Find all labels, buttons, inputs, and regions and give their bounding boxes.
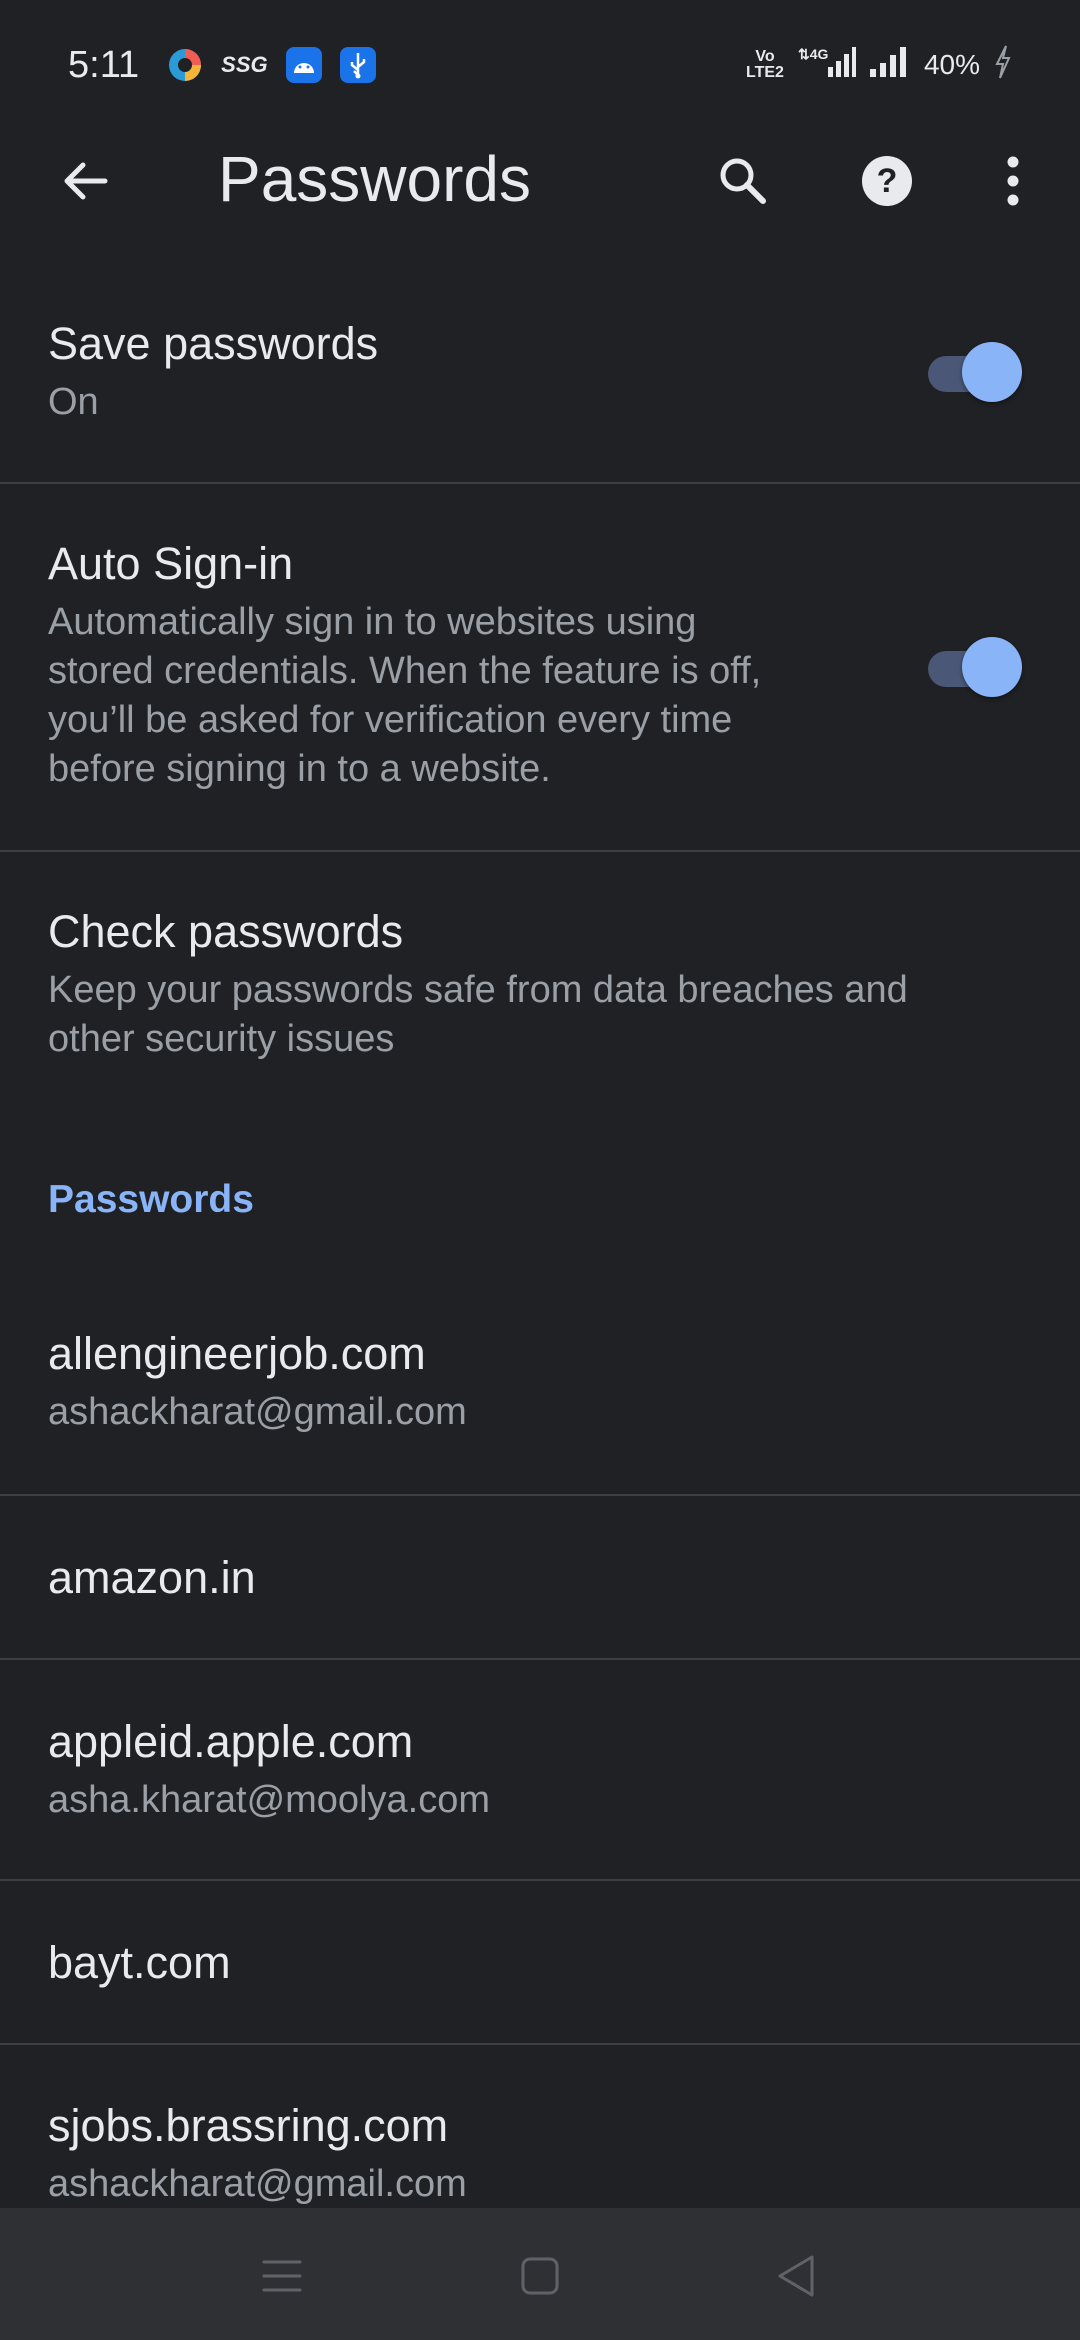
menu-icon — [260, 2256, 304, 2301]
divider — [0, 850, 1080, 852]
description-line: Keep your passwords safe from data breac… — [48, 969, 908, 1011]
check-passwords-description: Keep your passwords safe from data breac… — [48, 966, 1040, 1064]
auto-signin-row[interactable]: Auto Sign-in Automatically sign in to we… — [0, 538, 1080, 794]
divider — [0, 482, 1080, 484]
signal-icon — [869, 45, 910, 86]
check-passwords-title: Check passwords — [48, 906, 404, 957]
battery-level: 40% — [923, 49, 980, 80]
status-bar-right: Vo LTE2 ⇅4G 40% — [746, 44, 1012, 87]
password-entry[interactable]: amazon.in — [0, 1552, 1080, 1604]
description-line: before signing in to a website. — [48, 748, 551, 790]
description-line: Automatically sign in to websites using — [48, 601, 697, 643]
auto-signin-toggle[interactable] — [922, 637, 1022, 697]
home-square-icon — [519, 2255, 561, 2302]
check-passwords-row[interactable]: Check passwords Keep your passwords safe… — [0, 906, 1080, 1064]
charging-icon — [994, 44, 1012, 87]
usb-icon — [339, 47, 376, 83]
back-arrow-icon — [59, 155, 111, 212]
password-username: ashackharat@gmail.com — [48, 2163, 467, 2205]
passwords-section-header: Passwords — [48, 1178, 254, 1221]
svg-text:?: ? — [877, 162, 898, 200]
home-button[interactable] — [510, 2248, 570, 2308]
volte-icon: Vo LTE2 — [746, 48, 784, 81]
save-passwords-row[interactable]: Save passwords On — [0, 318, 1080, 438]
toggle-thumb — [962, 342, 1022, 402]
recents-button[interactable] — [252, 2248, 312, 2308]
more-options-button[interactable] — [980, 150, 1046, 216]
search-button[interactable] — [710, 150, 776, 216]
back-button[interactable] — [52, 150, 118, 216]
toggle-thumb — [962, 637, 1022, 697]
divider — [0, 1494, 1080, 1496]
divider — [0, 1879, 1080, 1881]
description-line: other security issues — [48, 1018, 395, 1060]
password-site: bayt.com — [48, 1937, 231, 1988]
password-site: appleid.apple.com — [48, 1716, 414, 1767]
password-site: amazon.in — [48, 1552, 256, 1603]
svg-text:⇅4G: ⇅4G — [798, 46, 829, 62]
password-entry[interactable]: sjobs.brassring.com ashackharat@gmail.co… — [0, 2100, 1080, 2209]
divider — [0, 1658, 1080, 1660]
description-line: you’ll be asked for verification every t… — [48, 699, 733, 741]
page-title: Passwords — [218, 143, 531, 215]
edge-browser-icon — [167, 47, 203, 83]
description-line: stored credentials. When the feature is … — [48, 650, 762, 692]
help-icon: ? — [860, 154, 914, 213]
status-bar-left: 5:11 SSG — [68, 44, 376, 87]
password-entry[interactable]: appleid.apple.com asha.kharat@moolya.com — [0, 1716, 1080, 1825]
status-bar: 5:11 SSG Vo LTE2 ⇅4G 40% — [0, 0, 1080, 130]
back-triangle-icon — [774, 2253, 818, 2304]
divider — [0, 2043, 1080, 2045]
android-debug-icon — [285, 47, 322, 83]
save-passwords-toggle[interactable] — [922, 342, 1022, 402]
password-site: allengineerjob.com — [48, 1328, 426, 1379]
password-entry[interactable]: bayt.com — [0, 1937, 1080, 1989]
password-site: sjobs.brassring.com — [48, 2100, 449, 2151]
more-vert-icon — [1003, 154, 1023, 213]
password-username: asha.kharat@moolya.com — [48, 1779, 490, 1821]
clock: 5:11 — [68, 43, 140, 86]
help-button[interactable]: ? — [854, 150, 920, 216]
auto-signin-description: Automatically sign in to websites using … — [48, 598, 860, 794]
password-entry[interactable]: allengineerjob.com ashackharat@gmail.com — [0, 1328, 1080, 1437]
ssg-icon: SSG — [221, 52, 268, 77]
system-nav-bar — [0, 2208, 1080, 2340]
signal-4g-icon: ⇅4G — [798, 45, 856, 86]
app-bar: Passwords ? — [0, 130, 1080, 230]
system-back-button[interactable] — [766, 2248, 826, 2308]
auto-signin-title: Auto Sign-in — [48, 538, 294, 589]
search-icon — [715, 153, 771, 214]
password-username: ashackharat@gmail.com — [48, 1391, 467, 1433]
